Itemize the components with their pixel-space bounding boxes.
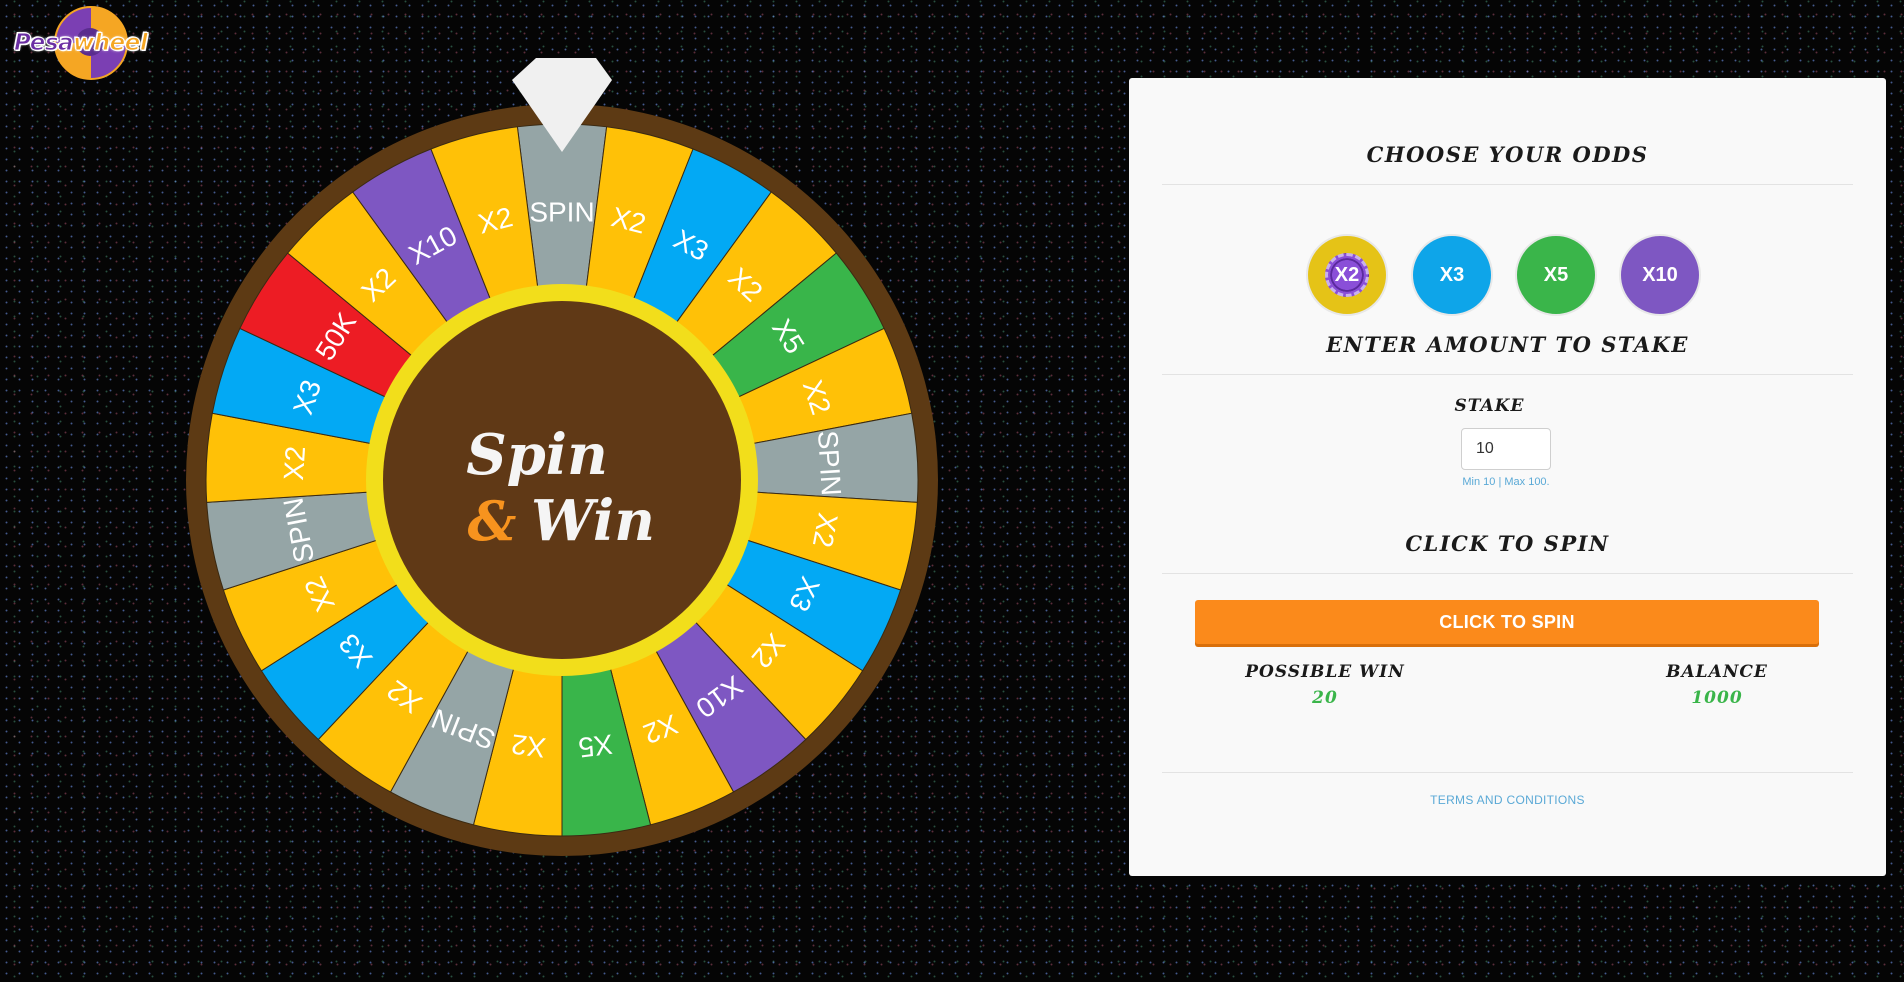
wheel-segment-label: X2 xyxy=(278,445,311,481)
choose-odds-title: CHOOSE YOUR ODDS xyxy=(1366,142,1649,167)
game-panel: CHOOSE YOUR ODDS X2 X3 X5 X10 ENTER AMOU… xyxy=(1129,78,1886,876)
stake-hint: Min 10 | Max 100. xyxy=(1462,476,1550,488)
wheel-segment-label: SPIN xyxy=(529,197,594,228)
enter-amount-title: ENTER AMOUNT TO STAKE xyxy=(1326,332,1689,357)
balance-value: 1000 xyxy=(1691,688,1743,708)
click-to-spin-title: CLICK TO SPIN xyxy=(1405,531,1610,556)
odds-option-label: X2 xyxy=(1334,263,1360,286)
terms-link[interactable]: TERMS AND CONDITIONS xyxy=(1129,793,1886,807)
wheel-segment-label: X2 xyxy=(807,510,844,549)
prize-wheel[interactable]: SPIN X2X3X2X5X2SPINX2X3X2X10X2X5X2SPINX2X… xyxy=(0,0,1100,982)
stake-input[interactable] xyxy=(1461,428,1551,470)
odds-option-label: X10 xyxy=(1642,263,1678,286)
possible-win-label: POSSIBLE WIN xyxy=(1245,662,1405,682)
odds-option-x3[interactable]: X3 xyxy=(1411,234,1493,316)
odds-option-label: X5 xyxy=(1543,263,1569,286)
wheel-segment-label: X5 xyxy=(577,728,615,763)
possible-win-value: 20 xyxy=(1312,688,1338,708)
wheel-area: SPIN X2 X3 X2 X5 X2 SPIN X2 X3 X2 X10 X2 X5 X2 SPIN X2 X… xyxy=(0,0,1100,982)
hub-text-win: Win xyxy=(531,488,655,554)
possible-win: POSSIBLE WIN 20 xyxy=(1245,662,1405,708)
odds-option-x2[interactable]: X2 xyxy=(1306,234,1388,316)
wheel-segment-label: X2 xyxy=(509,728,547,763)
odds-option-x10[interactable]: X10 xyxy=(1619,234,1701,316)
selected-chip-icon: X2 xyxy=(1325,253,1369,297)
spin-button[interactable]: CLICK TO SPIN xyxy=(1195,600,1819,644)
odds-option-label: X3 xyxy=(1439,263,1465,286)
hub-text-spin: Spin xyxy=(466,422,608,488)
divider xyxy=(1162,772,1853,773)
balance-label: BALANCE xyxy=(1666,662,1768,682)
balance: BALANCE 1000 xyxy=(1637,662,1797,708)
odds-option-x5[interactable]: X5 xyxy=(1515,234,1597,316)
divider xyxy=(1162,184,1853,185)
divider xyxy=(1162,573,1853,574)
hub-text-ampersand: & xyxy=(468,489,517,553)
stake-label: STAKE xyxy=(1454,396,1525,416)
divider xyxy=(1162,374,1853,375)
odds-selector: X2 X3 X5 X10 xyxy=(1129,234,1886,322)
wheel-segment-label: SPIN xyxy=(812,430,847,497)
